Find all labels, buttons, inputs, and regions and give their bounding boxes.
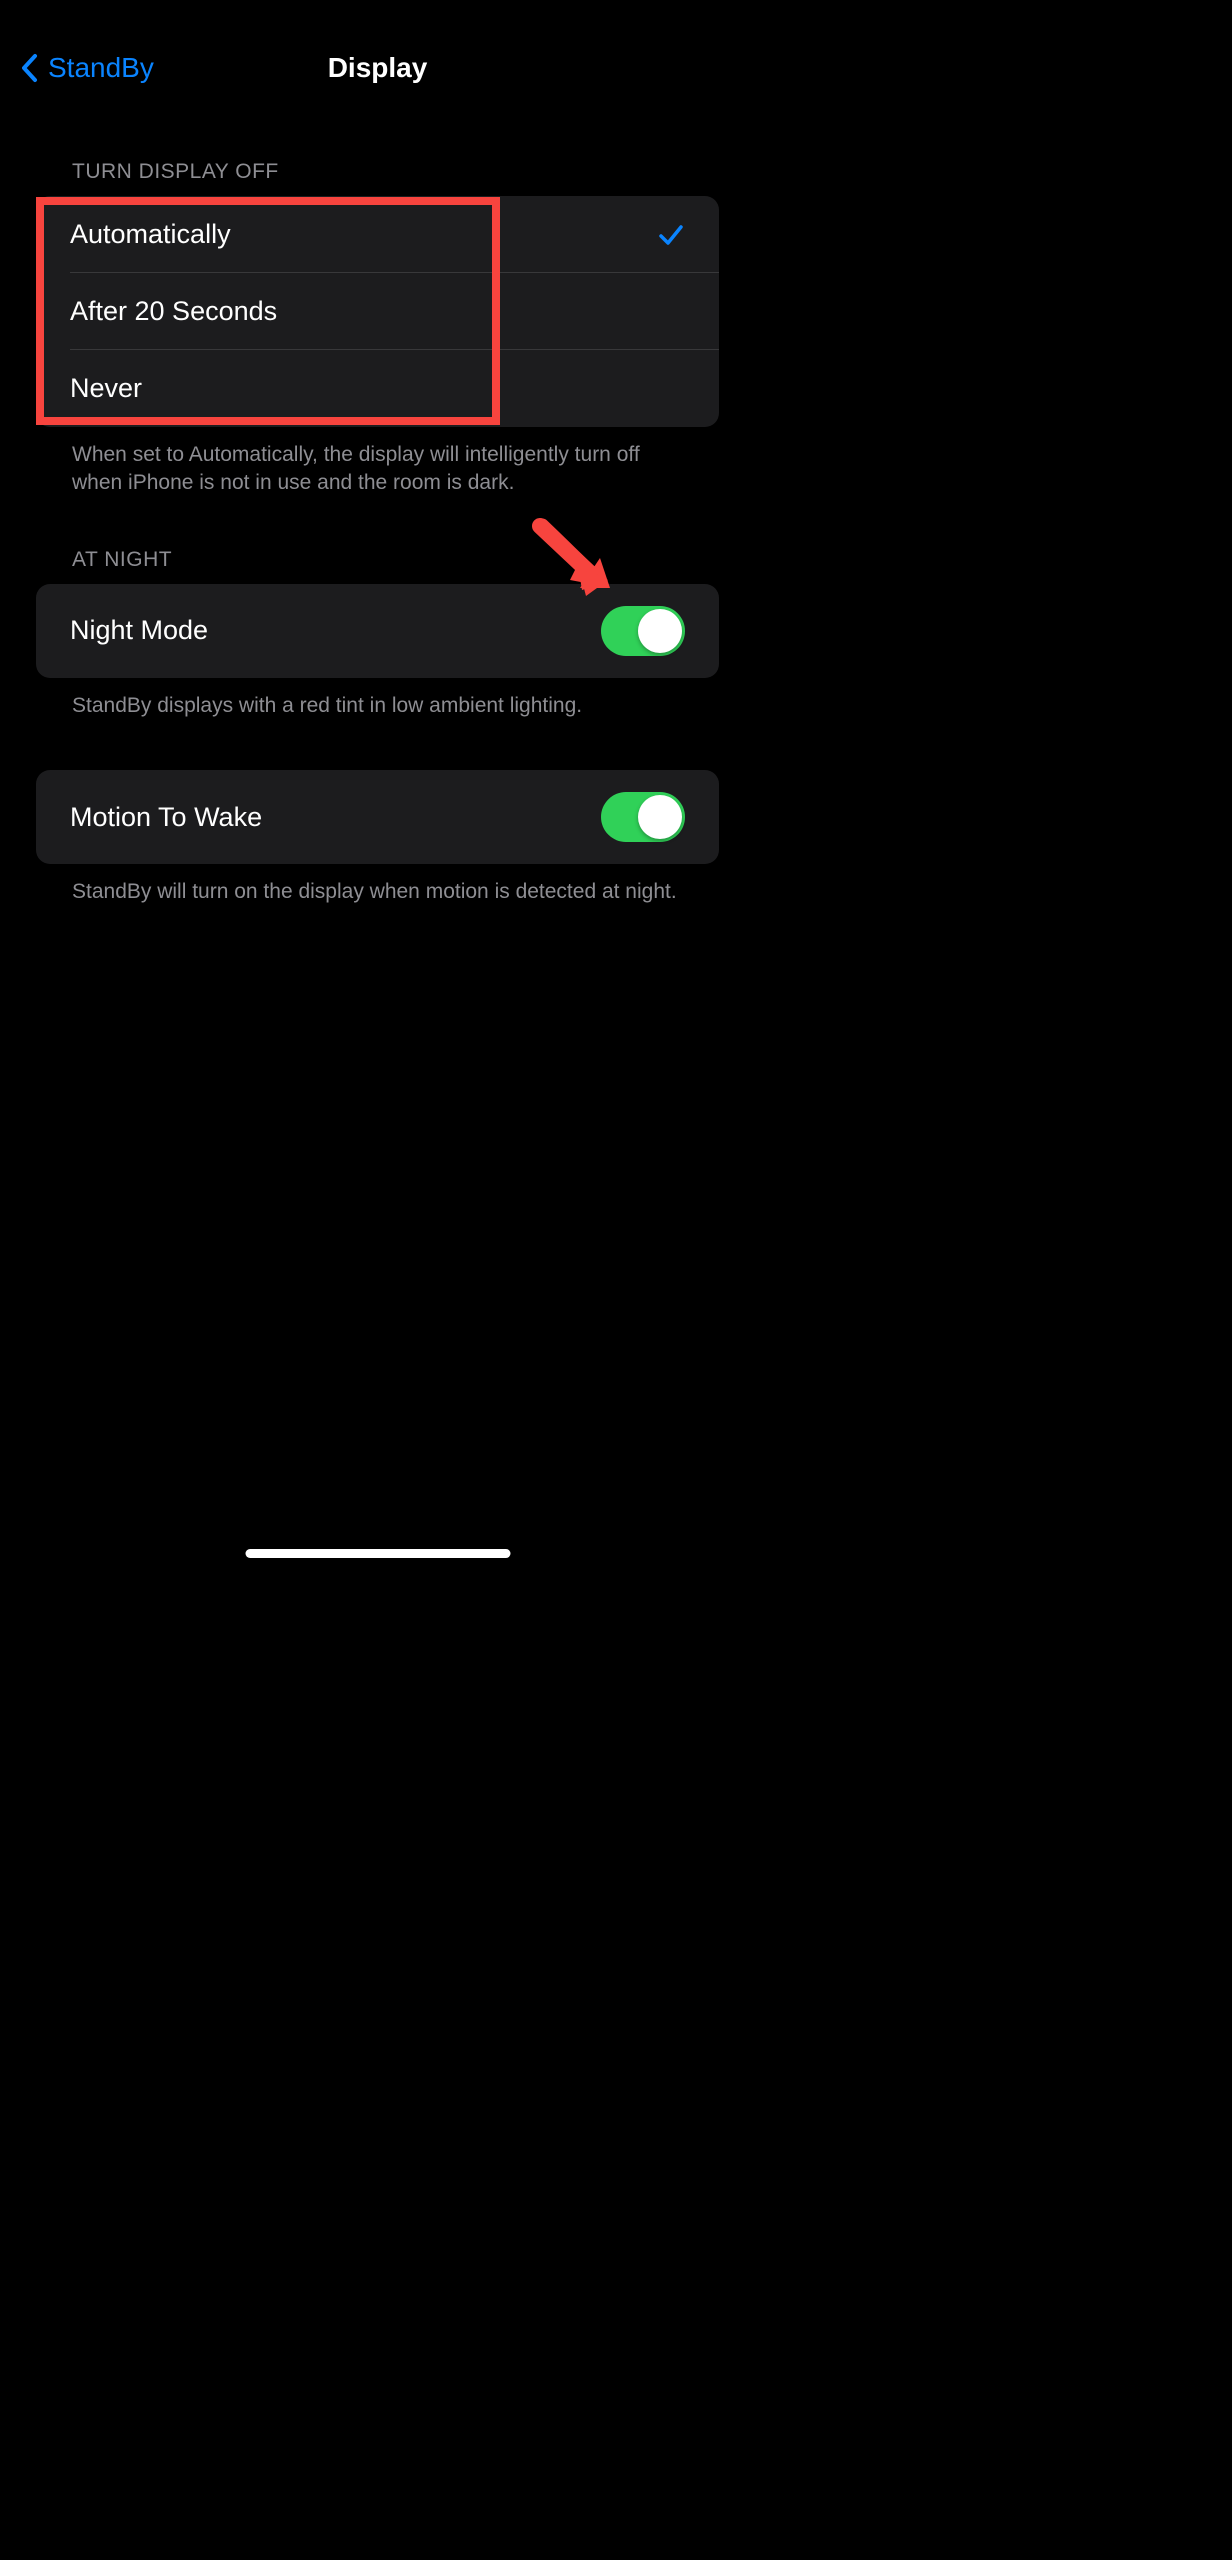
option-label: Automatically [70,219,231,250]
home-indicator[interactable] [245,1549,510,1558]
night-mode-row[interactable]: Night Mode [36,584,719,678]
toggle-knob [638,795,682,839]
turn-display-off-group: Automatically After 20 Seconds Never [36,196,719,427]
toggle-knob [638,609,682,653]
motion-to-wake-section: Motion To Wake StandBy will turn on the … [36,770,719,906]
motion-to-wake-label: Motion To Wake [70,802,262,833]
motion-to-wake-group: Motion To Wake [36,770,719,864]
back-label: StandBy [48,52,154,84]
section-header-turn-display-off: TURN DISPLAY OFF [72,160,719,184]
page-title: Display [328,52,428,84]
motion-to-wake-footer: StandBy will turn on the display when mo… [72,878,683,906]
night-mode-group: Night Mode [36,584,719,678]
back-button[interactable]: StandBy [20,52,154,84]
chevron-left-icon [20,53,38,83]
option-label: Never [70,373,142,404]
motion-to-wake-toggle[interactable] [601,792,685,842]
night-mode-footer: StandBy displays with a red tint in low … [72,692,683,720]
option-never[interactable]: Never [36,350,719,427]
navigation-bar: StandBy Display [0,0,755,110]
turn-display-off-section: TURN DISPLAY OFF Automatically After 20 … [36,160,719,498]
at-night-section: AT NIGHT Night Mode StandBy displays wit… [36,548,719,720]
night-mode-toggle[interactable] [601,606,685,656]
motion-to-wake-row[interactable]: Motion To Wake [36,770,719,864]
night-mode-label: Night Mode [70,615,208,646]
option-after-20-seconds[interactable]: After 20 Seconds [36,273,719,350]
section-header-at-night: AT NIGHT [72,548,719,572]
turn-display-off-footer: When set to Automatically, the display w… [72,441,683,498]
checkmark-icon [657,221,685,249]
option-automatically[interactable]: Automatically [36,196,719,273]
option-label: After 20 Seconds [70,296,277,327]
